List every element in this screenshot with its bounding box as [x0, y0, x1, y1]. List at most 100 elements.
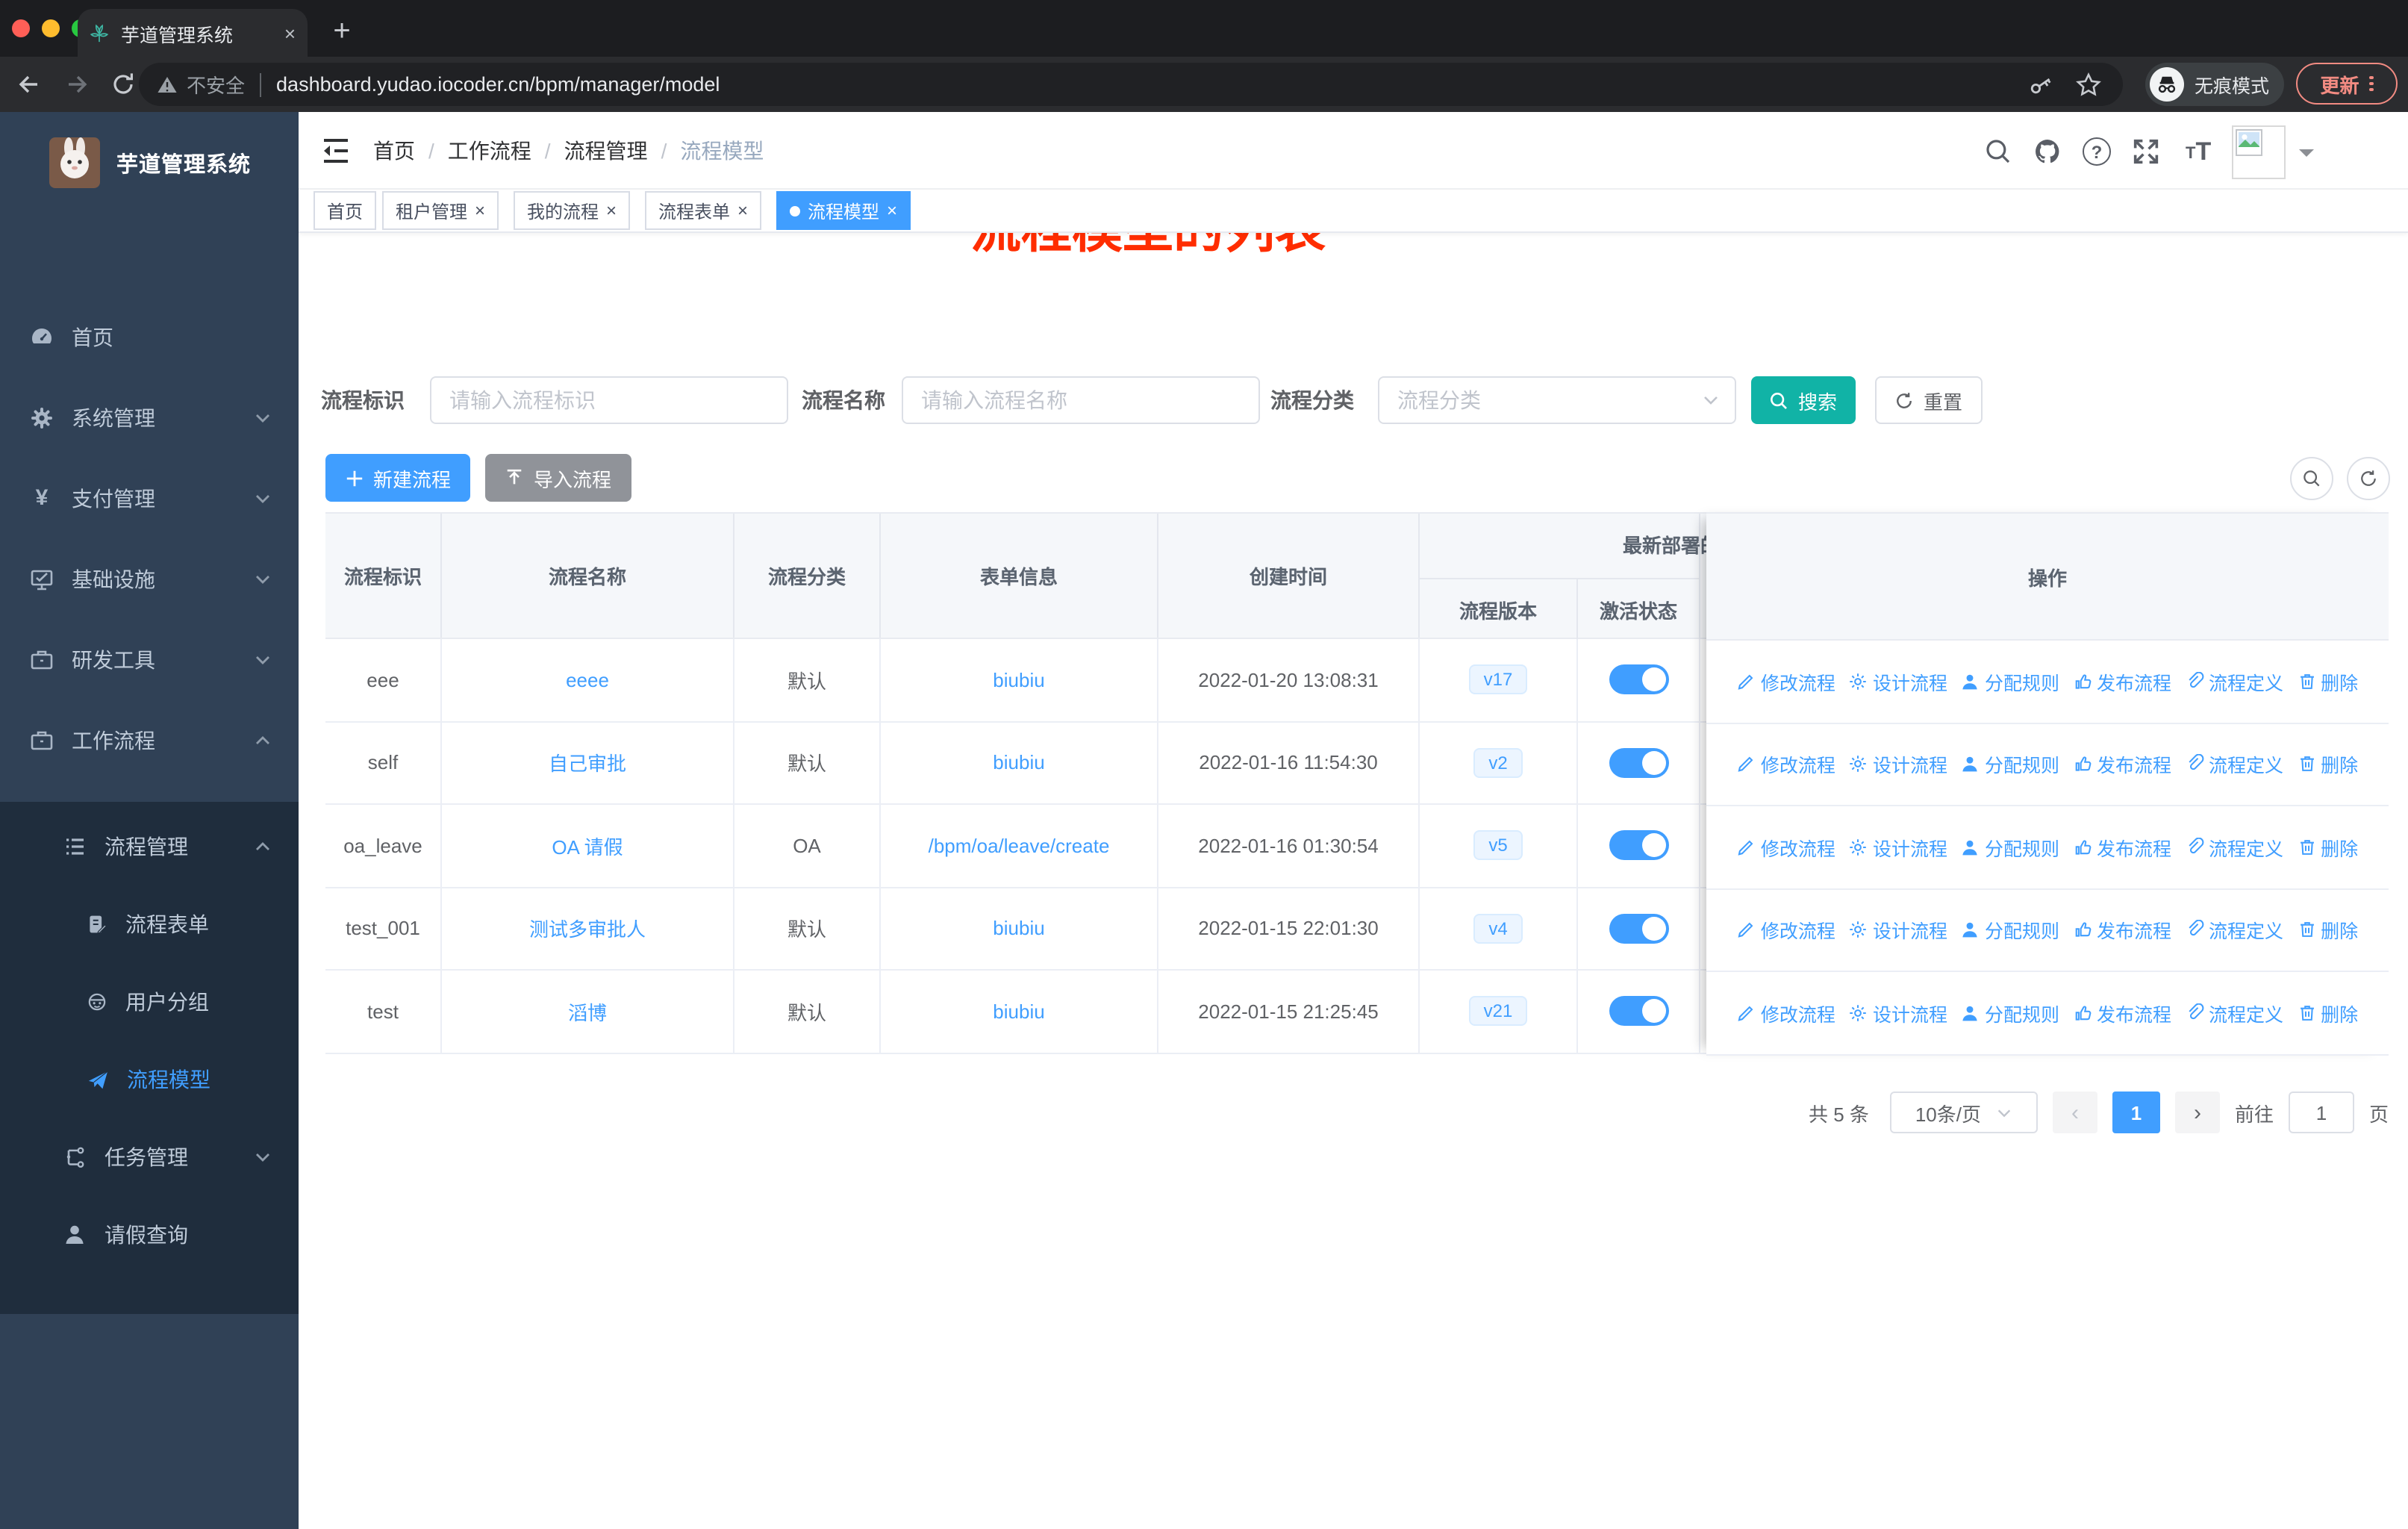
- action-edit-link[interactable]: 修改流程: [1737, 999, 1835, 1027]
- action-assign-link[interactable]: 分配规则: [1961, 667, 2059, 696]
- form-info-link[interactable]: biubiu: [993, 669, 1044, 691]
- action-definition-link[interactable]: 流程定义: [2185, 833, 2283, 862]
- action-publish-link[interactable]: 发布流程: [2073, 750, 2171, 779]
- tag-close-icon[interactable]: ×: [475, 202, 485, 219]
- goto-page-input[interactable]: [2288, 1092, 2354, 1133]
- form-info-link[interactable]: /bpm/oa/leave/create: [929, 835, 1110, 857]
- tag-tenant[interactable]: 租户管理 ×: [382, 191, 499, 230]
- reload-icon[interactable]: [109, 70, 137, 99]
- address-bar[interactable]: 不安全 dashboard.yudao.iocoder.cn/bpm/manag…: [139, 63, 2123, 106]
- process-name-link[interactable]: 测试多审批人: [529, 915, 646, 943]
- tag-close-icon[interactable]: ×: [887, 202, 897, 219]
- refresh-table-button[interactable]: [2347, 457, 2390, 500]
- create-process-button[interactable]: 新建流程: [325, 454, 470, 502]
- active-toggle[interactable]: [1609, 747, 1668, 778]
- help-icon[interactable]: ?: [2083, 137, 2111, 166]
- action-definition-link[interactable]: 流程定义: [2185, 667, 2283, 696]
- action-delete-link[interactable]: 删除: [2297, 667, 2358, 696]
- password-key-icon[interactable]: [2027, 71, 2054, 98]
- bookmark-star-icon[interactable]: [2075, 71, 2102, 98]
- action-design-link[interactable]: 设计流程: [1849, 916, 1947, 944]
- security-chip[interactable]: 不安全: [157, 70, 245, 99]
- sidebar-item-devtools[interactable]: 研发工具: [0, 620, 299, 700]
- new-tab-button[interactable]: +: [322, 12, 361, 51]
- action-design-link[interactable]: 设计流程: [1849, 999, 1947, 1027]
- action-assign-link[interactable]: 分配规则: [1961, 916, 2059, 944]
- font-size-icon[interactable]: TT: [2186, 139, 2211, 164]
- process-name-link[interactable]: 滔博: [568, 997, 607, 1026]
- process-category-select[interactable]: 流程分类: [1378, 376, 1736, 424]
- sidebar-logo[interactable]: 芋道管理系统: [0, 124, 299, 202]
- action-definition-link[interactable]: 流程定义: [2185, 916, 2283, 944]
- page-size-select[interactable]: 10条/页: [1889, 1092, 2038, 1133]
- action-definition-link[interactable]: 流程定义: [2185, 999, 2283, 1027]
- action-delete-link[interactable]: 删除: [2297, 999, 2358, 1027]
- url-text[interactable]: dashboard.yudao.iocoder.cn/bpm/manager/m…: [276, 73, 2027, 96]
- forward-icon[interactable]: [63, 70, 91, 99]
- breadcrumb-home[interactable]: 首页: [373, 136, 415, 166]
- github-icon[interactable]: [2033, 137, 2062, 166]
- sidebar-item-leave-query[interactable]: 请假查询: [0, 1196, 299, 1274]
- sidebar-item-task-management[interactable]: 任务管理: [0, 1118, 299, 1196]
- action-assign-link[interactable]: 分配规则: [1961, 750, 2059, 779]
- active-toggle[interactable]: [1609, 830, 1668, 861]
- sidebar-item-user-groups[interactable]: 用户分组: [0, 963, 299, 1041]
- version-badge[interactable]: v5: [1473, 830, 1523, 861]
- window-close-button[interactable]: [12, 19, 30, 37]
- sidebar-item-system[interactable]: 系统管理: [0, 378, 299, 458]
- action-edit-link[interactable]: 修改流程: [1737, 750, 1835, 779]
- action-delete-link[interactable]: 删除: [2297, 750, 2358, 779]
- page-number-button[interactable]: 1: [2112, 1092, 2160, 1133]
- sidebar-item-workflow[interactable]: 工作流程: [0, 700, 299, 781]
- search-icon[interactable]: [1984, 137, 2012, 166]
- action-publish-link[interactable]: 发布流程: [2073, 916, 2171, 944]
- active-toggle[interactable]: [1609, 913, 1668, 944]
- import-process-button[interactable]: 导入流程: [485, 454, 631, 502]
- form-info-link[interactable]: biubiu: [993, 752, 1044, 774]
- action-definition-link[interactable]: 流程定义: [2185, 750, 2283, 779]
- process-name-link[interactable]: 自己审批: [549, 749, 626, 777]
- tag-close-icon[interactable]: ×: [606, 202, 617, 219]
- reset-button[interactable]: 重置: [1875, 376, 1983, 424]
- window-minimize-button[interactable]: [42, 19, 60, 37]
- action-delete-link[interactable]: 删除: [2297, 916, 2358, 944]
- update-button[interactable]: 更新: [2296, 63, 2398, 105]
- user-avatar[interactable]: [2232, 125, 2286, 179]
- sidebar-collapse-icon[interactable]: [321, 137, 351, 164]
- tag-process-model[interactable]: 流程模型 ×: [776, 191, 911, 230]
- process-id-input[interactable]: [430, 376, 788, 424]
- process-name-input[interactable]: [902, 376, 1260, 424]
- action-assign-link[interactable]: 分配规则: [1961, 833, 2059, 862]
- breadcrumb-process-management[interactable]: 流程管理: [564, 136, 648, 166]
- action-edit-link[interactable]: 修改流程: [1737, 916, 1835, 944]
- prev-page-button[interactable]: ‹: [2052, 1092, 2097, 1133]
- sidebar-item-process-management[interactable]: 流程管理: [0, 808, 299, 885]
- process-name-link[interactable]: eeee: [566, 669, 609, 691]
- breadcrumb-workflow[interactable]: 工作流程: [448, 136, 531, 166]
- back-icon[interactable]: [15, 70, 43, 99]
- version-badge[interactable]: v4: [1473, 913, 1523, 944]
- version-badge[interactable]: v21: [1468, 996, 1528, 1027]
- show-search-toggle-button[interactable]: [2290, 457, 2333, 500]
- action-assign-link[interactable]: 分配规则: [1961, 999, 2059, 1027]
- action-publish-link[interactable]: 发布流程: [2073, 833, 2171, 862]
- browser-tab[interactable]: 芋道管理系统 ×: [78, 9, 308, 57]
- sidebar-item-process-form[interactable]: 流程表单: [0, 885, 299, 963]
- action-publish-link[interactable]: 发布流程: [2073, 667, 2171, 696]
- sidebar-item-home[interactable]: 首页: [0, 297, 299, 378]
- action-delete-link[interactable]: 删除: [2297, 833, 2358, 862]
- active-toggle[interactable]: [1609, 664, 1668, 695]
- tag-home[interactable]: 首页: [314, 191, 377, 230]
- next-page-button[interactable]: ›: [2174, 1092, 2220, 1133]
- action-publish-link[interactable]: 发布流程: [2073, 999, 2171, 1027]
- action-design-link[interactable]: 设计流程: [1849, 750, 1947, 779]
- action-edit-link[interactable]: 修改流程: [1737, 833, 1835, 862]
- browser-menu-icon[interactable]: [2369, 74, 2374, 94]
- tab-close-icon[interactable]: ×: [284, 22, 296, 44]
- form-info-link[interactable]: biubiu: [993, 918, 1044, 940]
- tag-process-form[interactable]: 流程表单 ×: [645, 191, 762, 230]
- sidebar-item-payment[interactable]: ¥ 支付管理: [0, 458, 299, 539]
- process-name-link[interactable]: OA 请假: [552, 832, 623, 860]
- tag-my-process[interactable]: 我的流程 ×: [514, 191, 631, 230]
- sidebar-item-infrastructure[interactable]: 基础设施: [0, 539, 299, 620]
